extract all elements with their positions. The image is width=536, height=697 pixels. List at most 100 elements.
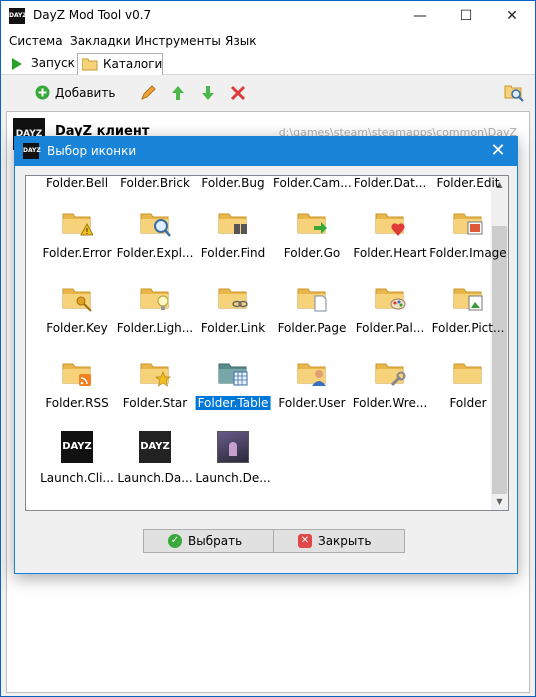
folder-page-icon — [296, 281, 328, 313]
icon-item-label: Folder.Cam... — [273, 176, 351, 190]
icon-item-folder-pal[interactable]: Folder.Pal... — [351, 277, 429, 337]
maximize-button[interactable]: ☐ — [443, 1, 489, 31]
menu-bar: Система Закладки Инструменты Язык — [1, 31, 535, 51]
toolbar: Добавить — [1, 79, 535, 107]
icon-item-folder-brick[interactable]: Folder.Brick — [116, 176, 194, 198]
icon-item-label: Folder.RSS — [45, 396, 109, 410]
icon-item-folder-bug[interactable]: Folder.Bug — [194, 176, 272, 198]
folder-pict-icon — [452, 281, 484, 313]
folder-open-icon — [82, 58, 98, 71]
icon-item-folder[interactable]: Folder — [429, 352, 507, 412]
icon-item-folder-cam[interactable]: Folder.Cam... — [273, 176, 351, 198]
folder-rss-icon — [61, 356, 93, 388]
icon-item-label: Folder.Brick — [120, 176, 190, 190]
dayz-client-icon: DAYZ — [61, 431, 93, 463]
folder-pal-icon — [374, 281, 406, 313]
dialog-app-icon: DAYZ — [23, 143, 41, 159]
menu-language[interactable]: Язык — [225, 34, 256, 48]
scroll-down-icon[interactable]: ▼ — [491, 493, 508, 510]
icon-item-label: Folder.Edit — [436, 176, 500, 190]
arrow-up-icon[interactable] — [171, 83, 185, 103]
icon-item-label: Folder.Ligh... — [116, 321, 194, 335]
icon-item-folder-error[interactable]: ! Folder.Error — [38, 202, 116, 262]
icon-item-folder-key[interactable]: Folder.Key — [38, 277, 116, 337]
icon-item-launch-da[interactable]: DAYZ Launch.Da... — [116, 427, 194, 487]
icon-item-label: Folder.Find — [200, 246, 266, 260]
icon-item-label: Folder.Star — [122, 396, 188, 410]
folder-ligh-icon — [139, 281, 171, 313]
icon-item-label: Folder.Pal... — [355, 321, 425, 335]
title-bar[interactable]: DAYZ DayZ Mod Tool v0.7 — ☐ ✕ — [1, 1, 535, 31]
folder-key-icon — [61, 281, 93, 313]
icon-item-label: Folder.Key — [46, 321, 108, 335]
select-button[interactable]: ✓ Выбрать — [143, 529, 275, 553]
icon-item-folder-table[interactable]: Folder.Table — [194, 352, 272, 412]
tab-strip: Запуск Каталоги — [1, 51, 535, 75]
icon-picker-dialog: DAYZ Выбор иконки ✕ ▲ ▼ Folder.Bell Folde… — [14, 136, 518, 574]
icon-item-label: Launch.Da... — [117, 471, 193, 485]
folder-find-icon — [217, 206, 249, 238]
minimize-button[interactable]: — — [397, 1, 443, 31]
add-label: Добавить — [55, 86, 116, 100]
icon-item-folder-bell[interactable]: Folder.Bell — [38, 176, 116, 198]
folder-wre-icon — [374, 356, 406, 388]
add-button[interactable]: Добавить — [33, 83, 116, 103]
icon-item-label: Folder.Pict... — [431, 321, 505, 335]
menu-tools[interactable]: Инструменты — [135, 34, 221, 48]
close-button[interactable]: ✕ Закрыть — [273, 529, 405, 553]
icon-item-folder-dat[interactable]: Folder.Dat... — [351, 176, 429, 198]
folder-user-icon — [296, 356, 328, 388]
icon-item-folder-page[interactable]: Folder.Page — [273, 277, 351, 337]
icon-item-folder-ligh[interactable]: Folder.Ligh... — [116, 277, 194, 337]
menu-system[interactable]: Система — [9, 34, 63, 48]
tab-catalogs-label: Каталоги — [103, 57, 163, 71]
icon-item-label: Folder.Bug — [201, 176, 265, 190]
edit-icon[interactable] — [139, 83, 157, 103]
icon-item-folder-image[interactable]: Folder.Image — [429, 202, 507, 262]
tab-catalogs[interactable]: Каталоги — [77, 53, 163, 75]
close-icon: ✕ — [298, 534, 312, 548]
tab-launch-label: Запуск — [31, 56, 75, 70]
close-window-button[interactable]: ✕ — [489, 1, 535, 31]
window-title: DayZ Mod Tool v0.7 — [33, 8, 152, 22]
icon-item-label: Folder.Wre... — [352, 396, 428, 410]
icon-item-folder-expl[interactable]: Folder.Expl... — [116, 202, 194, 262]
delete-icon[interactable] — [230, 83, 246, 103]
icon-item-label: Launch.De... — [195, 471, 271, 485]
icon-item-label: Folder.Link — [200, 321, 266, 335]
icon-item-folder-star[interactable]: Folder.Star — [116, 352, 194, 412]
dialog-title: Выбор иконки — [47, 144, 137, 158]
icon-item-folder-link[interactable]: Folder.Link — [194, 277, 272, 337]
icon-item-label: Folder.Heart — [353, 246, 427, 260]
folder-image-icon — [452, 206, 484, 238]
icon-item-folder-heart[interactable]: Folder.Heart — [351, 202, 429, 262]
dialog-title-bar[interactable]: DAYZ Выбор иконки ✕ — [15, 137, 517, 166]
dayz-logo-icon: DAYZ — [139, 431, 171, 463]
dayz-character-icon — [217, 431, 249, 463]
dialog-close-icon[interactable]: ✕ — [487, 140, 509, 162]
icon-item-folder-go[interactable]: Folder.Go — [273, 202, 351, 262]
icon-item-folder-pict[interactable]: Folder.Pict... — [429, 277, 507, 337]
folder-link-icon — [217, 281, 249, 313]
add-icon — [35, 85, 50, 100]
icon-item-folder-user[interactable]: Folder.User — [273, 352, 351, 412]
check-icon: ✓ — [168, 534, 182, 548]
icon-item-folder-wre[interactable]: Folder.Wre... — [351, 352, 429, 412]
icon-item-label: Folder.Expl... — [116, 246, 194, 260]
icon-item-folder-find[interactable]: Folder.Find — [194, 202, 272, 262]
icon-item-label: Folder.Dat... — [353, 176, 427, 190]
menu-bookmarks[interactable]: Закладки — [70, 34, 131, 48]
icon-item-label: Folder.User — [278, 396, 346, 410]
icon-list[interactable]: ▲ ▼ Folder.Bell Folder.Brick Folder.Bug Fol… — [25, 175, 509, 511]
icon-item-folder-rss[interactable]: Folder.RSS — [38, 352, 116, 412]
icon-item-label: Folder.Page — [277, 321, 347, 335]
folder-search-icon[interactable] — [504, 83, 524, 103]
icon-item-launch-de[interactable]: Launch.De... — [194, 427, 272, 487]
folder-icon — [452, 356, 484, 388]
arrow-down-icon[interactable] — [201, 83, 215, 103]
icon-item-launch-cli[interactable]: DAYZ Launch.Cli... — [38, 427, 116, 487]
folder-table-icon — [217, 356, 249, 388]
tab-launch[interactable]: Запуск — [5, 53, 75, 75]
close-button-label: Закрыть — [318, 534, 372, 548]
icon-item-folder-edit[interactable]: Folder.Edit — [429, 176, 507, 198]
